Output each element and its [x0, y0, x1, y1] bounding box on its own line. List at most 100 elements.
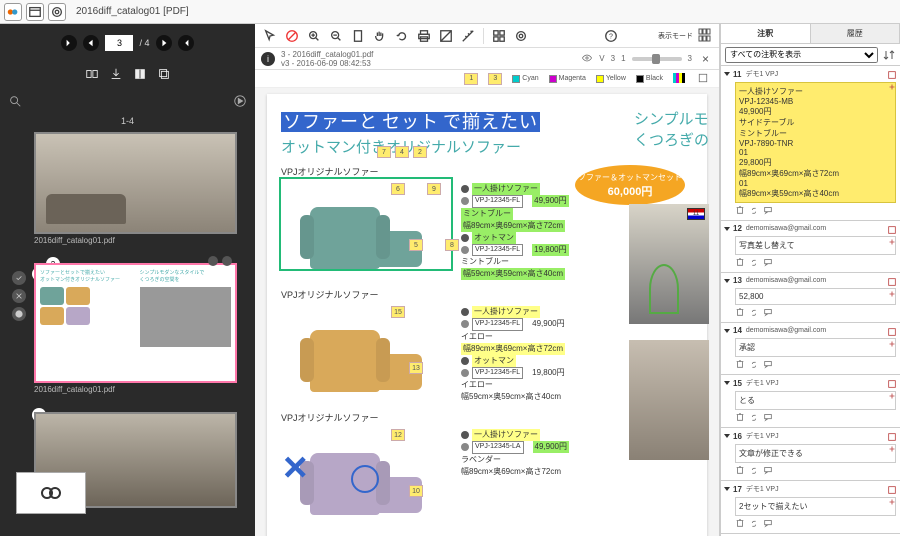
annotation-item[interactable]: 12demomisawa@gmail.com写真差し替えて [721, 221, 900, 273]
flag-marker[interactable]: 11 [687, 208, 705, 220]
adjust-icon[interactable] [437, 27, 455, 45]
filter-select[interactable]: すべての注釈を表示 [725, 47, 878, 63]
ann-marker[interactable]: 7 [377, 146, 391, 158]
annotation-item[interactable]: 16デモ1 VPJ文章が修正できる [721, 428, 900, 481]
grid-icon[interactable] [490, 27, 508, 45]
ann-marker[interactable]: 4 [395, 146, 409, 158]
sep-magenta[interactable]: Magenta [549, 75, 586, 83]
sep-cyan[interactable]: Cyan [512, 75, 538, 83]
ann-marker[interactable]: 10 [409, 485, 423, 497]
thumbnail-list[interactable]: 2016diff_catalog01.pdf 2 3 ソファーとセットで揃えたい… [0, 128, 255, 536]
tab-history[interactable]: 履歴 [811, 24, 900, 43]
no-entry-icon[interactable] [283, 27, 301, 45]
app-icon[interactable] [4, 3, 22, 21]
reply-icon[interactable] [763, 518, 773, 530]
ann-marker[interactable]: 5 [409, 239, 423, 251]
thumb-3[interactable]: 4 [34, 412, 237, 508]
sep-yellow[interactable]: Yellow [596, 75, 626, 83]
at-icon[interactable] [48, 3, 66, 21]
product-image[interactable]: 6598 [281, 179, 451, 269]
sep-black[interactable]: Black [636, 75, 663, 83]
info-icon[interactable] [12, 307, 26, 321]
annotation-item[interactable]: 15デモ1 VPJとる [721, 375, 900, 428]
trash-icon[interactable] [735, 307, 745, 319]
ann-marker[interactable]: 2 [413, 146, 427, 158]
annotation-item[interactable]: 11デモ1 VPJ一人掛けソファーVPJ-12345-MB49,900円サイドテ… [721, 66, 900, 221]
approve-icon[interactable] [12, 271, 26, 285]
nav-first-button[interactable] [61, 35, 77, 51]
link-icon[interactable] [749, 257, 759, 269]
reply-icon[interactable] [763, 465, 773, 477]
nav-last-button[interactable] [178, 35, 194, 51]
trash-icon[interactable] [735, 257, 745, 269]
product-image[interactable]: 1513 [281, 302, 451, 392]
ann-marker[interactable]: 8 [445, 239, 459, 251]
reply-icon[interactable] [763, 359, 773, 371]
annotation-body[interactable]: 写真差し替えて [735, 236, 896, 255]
ann-marker[interactable]: 12 [391, 429, 405, 441]
reject-icon[interactable] [12, 289, 26, 303]
page-input[interactable]: 3 [105, 35, 133, 51]
pointer-icon[interactable] [261, 27, 279, 45]
trash-icon[interactable] [735, 205, 745, 217]
ann-marker[interactable]: 15 [391, 306, 405, 318]
range-slider[interactable] [632, 57, 682, 61]
reply-icon[interactable] [763, 257, 773, 269]
help-icon[interactable]: ? [602, 27, 620, 45]
page-fit-icon[interactable] [349, 27, 367, 45]
link-icon[interactable] [749, 307, 759, 319]
sep-combined-icon[interactable] [673, 73, 687, 85]
link-icon[interactable] [749, 412, 759, 424]
annotation-body[interactable]: 52,800 [735, 288, 896, 305]
annotation-body[interactable]: とる [735, 391, 896, 410]
reply-icon[interactable] [763, 205, 773, 217]
hand-icon[interactable] [371, 27, 389, 45]
annotation-list[interactable]: 11デモ1 VPJ一人掛けソファーVPJ-12345-MB49,900円サイドテ… [721, 66, 900, 536]
zoom-in-icon[interactable] [305, 27, 323, 45]
product-image[interactable]: ×1210 [281, 425, 451, 515]
trash-icon[interactable] [735, 465, 745, 477]
annotation-item[interactable]: 17デモ1 VPJ2セットで揃えたい [721, 481, 900, 534]
play-icon[interactable] [233, 94, 247, 110]
link-icon[interactable] [749, 518, 759, 530]
ann-marker[interactable]: 13 [409, 362, 423, 374]
ann-marker[interactable]: 6 [391, 183, 405, 195]
search-icon[interactable] [8, 94, 227, 110]
link-icon[interactable] [749, 359, 759, 371]
window-icon[interactable] [26, 3, 44, 21]
annotation-body[interactable]: 文章が修正できる [735, 444, 896, 463]
sort-icon[interactable] [882, 48, 896, 62]
sep-settings-icon[interactable] [697, 72, 709, 86]
trash-icon[interactable] [735, 359, 745, 371]
reply-icon[interactable] [763, 412, 773, 424]
annotation-body[interactable]: 一人掛けソファーVPJ-12345-MB49,900円サイドテーブルミントブルー… [735, 82, 896, 203]
link-icon[interactable] [749, 205, 759, 217]
print-icon[interactable] [415, 27, 433, 45]
download-icon[interactable] [108, 66, 124, 82]
measure-icon[interactable] [459, 27, 477, 45]
display-mode-icon[interactable] [697, 27, 713, 45]
nav-prev-button[interactable] [83, 35, 99, 51]
thumb-1[interactable]: 2016diff_catalog01.pdf [34, 132, 237, 245]
info-badge-icon[interactable]: i [261, 52, 275, 66]
eye-icon[interactable] [581, 52, 593, 66]
annotation-item[interactable]: 13demomisawa@gmail.com52,800 [721, 273, 900, 323]
zoom-out-icon[interactable] [327, 27, 345, 45]
page-viewport[interactable]: 7 4 2 ソファーとセットで揃えたい オットマン付きオリジナルソファー シンプ… [255, 88, 719, 536]
tab-annotations[interactable]: 注釈 [721, 24, 811, 43]
compare-icon[interactable] [84, 66, 100, 82]
annotation-body[interactable]: 承認 [735, 338, 896, 357]
reply-icon[interactable] [763, 307, 773, 319]
layers-icon[interactable] [156, 66, 172, 82]
annotation-item[interactable]: 14demomisawa@gmail.com承認 [721, 323, 900, 375]
annotation-body[interactable]: 2セットで揃えたい [735, 497, 896, 516]
trash-icon[interactable] [735, 518, 745, 530]
close-viewer-button[interactable]: × [698, 52, 713, 66]
clip-icon[interactable] [512, 27, 530, 45]
trash-icon[interactable] [735, 412, 745, 424]
ann-marker[interactable]: 9 [427, 183, 441, 195]
rotate-icon[interactable] [393, 27, 411, 45]
link-icon[interactable] [749, 465, 759, 477]
book-icon[interactable] [132, 66, 148, 82]
thumb-2[interactable]: 2 3 ソファーとセットで揃えたいオットマン付きオリジナルソファー シンプルモダ… [34, 263, 237, 394]
